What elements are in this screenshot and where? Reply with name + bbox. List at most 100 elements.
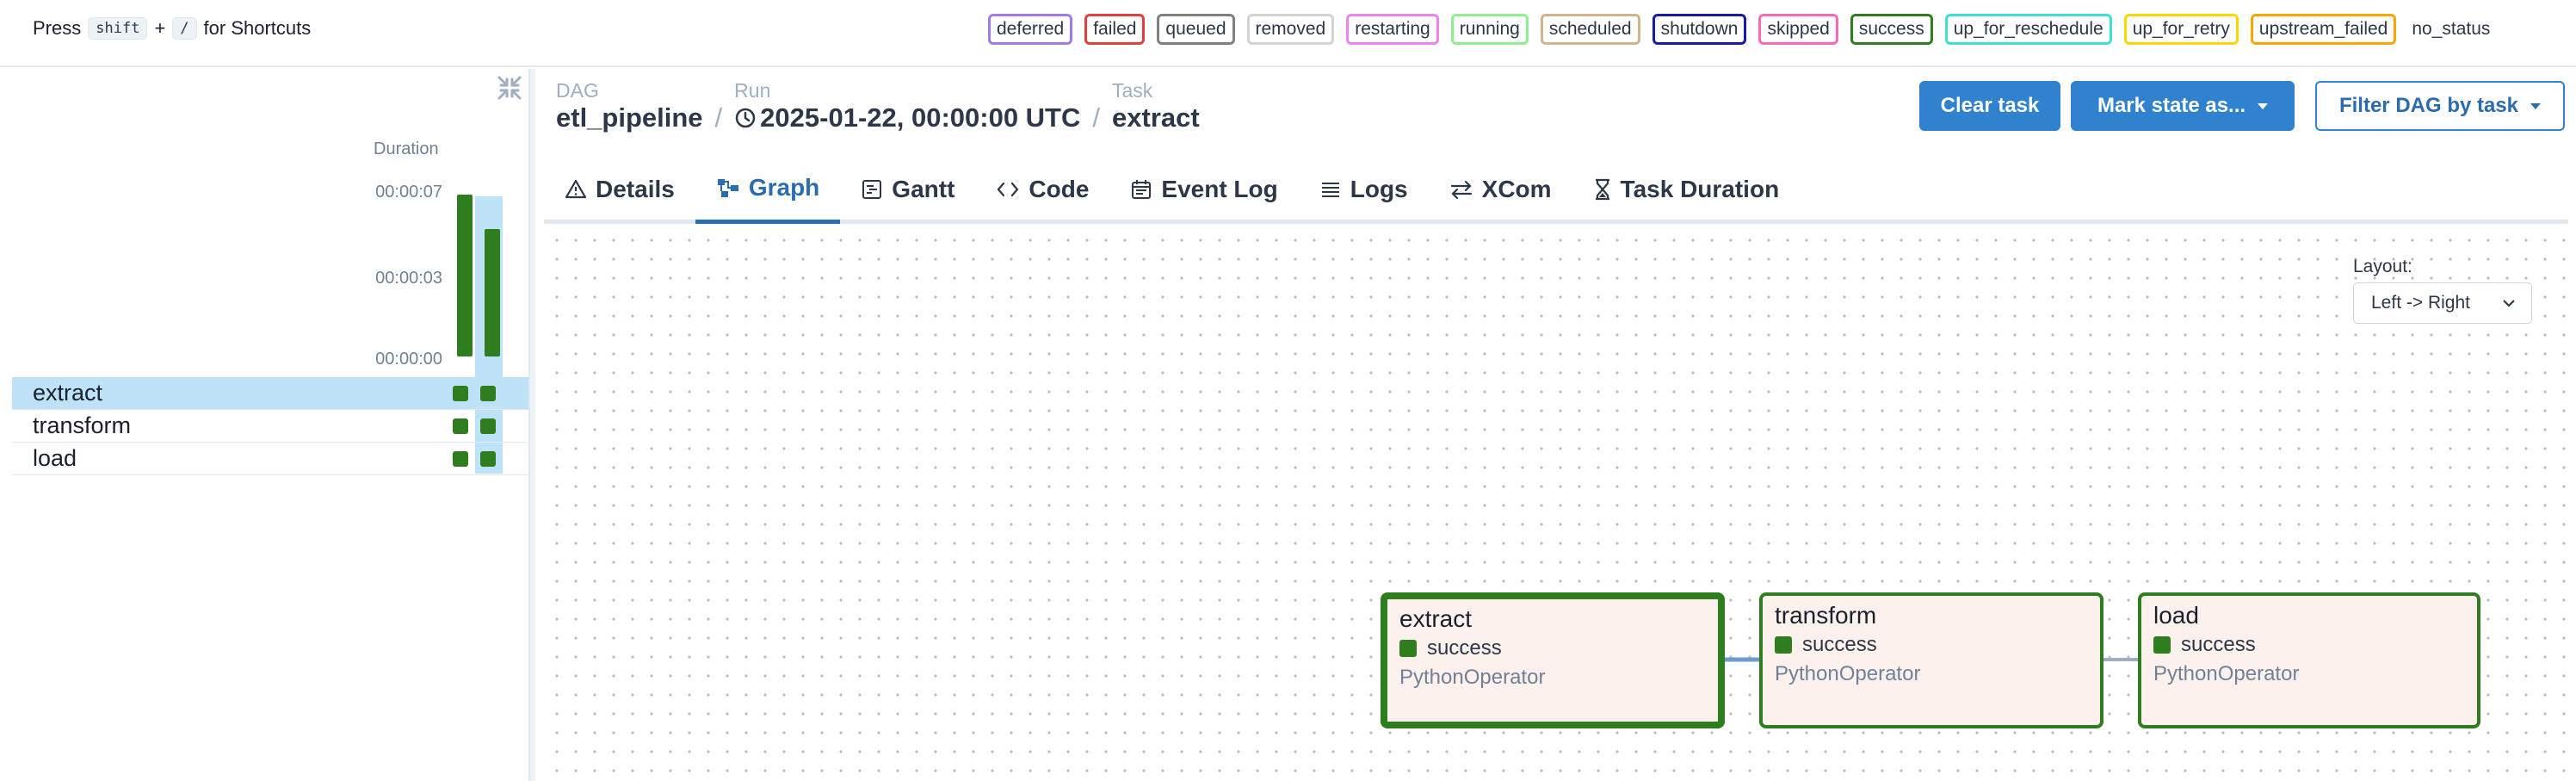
mark-state-button[interactable]: Mark state as...	[2071, 81, 2295, 131]
legend-deferred[interactable]: deferred	[988, 14, 1073, 45]
node-name: transform	[1775, 602, 1877, 629]
clear-task-label: Clear task	[1940, 94, 2040, 117]
layout-label: Layout:	[2353, 257, 2412, 276]
node-state-label: success	[1802, 633, 1877, 656]
tab-graph[interactable]: Graph	[695, 155, 841, 224]
task-instance-square[interactable]	[480, 418, 496, 434]
layout-select-value: Left -> Right	[2371, 293, 2470, 313]
hourglass-icon	[1595, 178, 1609, 201]
node-operator: PythonOperator	[2153, 662, 2300, 685]
legend-failed[interactable]: failed	[1084, 14, 1146, 45]
clear-task-button[interactable]: Clear task	[1919, 81, 2060, 131]
legend-no-status[interactable]: no_status	[2408, 14, 2493, 45]
tab-details-label: Details	[596, 176, 675, 202]
legend-removed[interactable]: removed	[1246, 14, 1335, 45]
tab-task-duration-label: Task Duration	[1620, 176, 1780, 202]
task-instance-square[interactable]	[480, 386, 496, 401]
tab-event-log[interactable]: Event Log	[1109, 155, 1298, 224]
task-row-label: load	[33, 445, 77, 471]
duration-tick-zero: 00:00:00	[375, 350, 442, 369]
shift-key: shift	[88, 17, 148, 40]
tab-graph-label: Graph	[748, 173, 820, 201]
node-state: success	[1399, 635, 1706, 661]
status-legend: deferred failed queued removed restartin…	[988, 14, 2550, 45]
breadcrumb: DAG etl_pipeline / Run 2025-01-22, 00:00…	[556, 79, 1200, 134]
task-row-label: extract	[33, 380, 103, 406]
shortcut-plus: +	[154, 17, 166, 39]
breadcrumb-dag[interactable]: DAG etl_pipeline	[556, 79, 703, 134]
legend-restarting[interactable]: restarting	[1346, 14, 1439, 45]
node-name: load	[2153, 602, 2199, 629]
legend-running[interactable]: running	[1450, 14, 1529, 45]
graph-node-transform[interactable]: transform success PythonOperator	[1759, 592, 2103, 728]
legend-skipped[interactable]: skipped	[1758, 14, 1838, 45]
breadcrumb-task-key: Task	[1112, 79, 1153, 102]
tab-xcom[interactable]: XCom	[1429, 155, 1572, 224]
tab-gantt[interactable]: Gantt	[840, 155, 975, 224]
clock-icon	[735, 108, 756, 128]
mark-state-label: Mark state as...	[2097, 94, 2246, 117]
tab-event-log-label: Event Log	[1161, 176, 1278, 202]
legend-upstream-failed[interactable]: upstream_failed	[2250, 14, 2397, 45]
swap-arrows-icon	[1450, 180, 1472, 200]
duration-title: Duration	[374, 139, 439, 158]
legend-success[interactable]: success	[1850, 14, 1933, 45]
warning-triangle-icon	[565, 179, 587, 199]
breadcrumb-dag-key: DAG	[556, 79, 599, 102]
legend-queued[interactable]: queued	[1157, 14, 1235, 45]
shortcut-prefix: Press	[33, 17, 82, 39]
run-duration-bar[interactable]	[485, 229, 500, 356]
breadcrumb-run[interactable]: Run 2025-01-22, 00:00:00 UTC	[734, 79, 1080, 134]
layout-select[interactable]: Left -> Right	[2353, 282, 2532, 324]
state-square-icon	[2153, 636, 2171, 654]
shortcut-suffix: for Shortcuts	[203, 17, 312, 39]
duration-tick-mid: 00:00:03	[375, 269, 442, 288]
list-icon	[1321, 183, 1339, 197]
task-instance-square[interactable]	[453, 418, 468, 434]
calendar-icon	[1132, 180, 1152, 199]
node-name: extract	[1399, 605, 1473, 632]
breadcrumb-dag-value: etl_pipeline	[556, 102, 703, 133]
tab-gantt-label: Gantt	[892, 176, 955, 202]
breadcrumb-task[interactable]: Task extract	[1112, 79, 1200, 134]
filter-dag-button[interactable]: Filter DAG by task	[2315, 81, 2565, 131]
state-square-icon	[1399, 640, 1417, 657]
task-instance-square[interactable]	[480, 451, 496, 467]
node-state-label: success	[2181, 633, 2256, 656]
tab-details[interactable]: Details	[544, 155, 695, 224]
collapse-icon[interactable]	[496, 74, 523, 102]
node-operator: PythonOperator	[1775, 662, 1921, 685]
state-square-icon	[1775, 636, 1792, 654]
chevron-down-icon	[2530, 102, 2542, 109]
chevron-down-icon	[2258, 102, 2269, 109]
slash-key: /	[172, 17, 197, 40]
filter-dag-label: Filter DAG by task	[2338, 94, 2519, 117]
legend-scheduled[interactable]: scheduled	[1540, 14, 1640, 45]
breadcrumb-run-value: 2025-01-22, 00:00:00 UTC	[760, 102, 1081, 133]
tab-bar: Details Graph Gantt Code Event Log Logs …	[544, 155, 2568, 224]
graph-node-load[interactable]: load success PythonOperator	[2138, 592, 2480, 728]
tab-task-duration[interactable]: Task Duration	[1572, 155, 1801, 224]
gantt-icon	[862, 180, 882, 199]
breadcrumb-task-value: extract	[1112, 102, 1200, 133]
tab-xcom-label: XCom	[1481, 176, 1552, 202]
top-bar: Press shift + / for Shortcuts deferred f…	[0, 0, 2576, 67]
tab-logs[interactable]: Logs	[1299, 155, 1429, 224]
tab-code[interactable]: Code	[975, 155, 1109, 224]
legend-up-for-retry[interactable]: up_for_retry	[2123, 14, 2239, 45]
legend-shutdown[interactable]: shutdown	[1652, 14, 1747, 45]
node-state: success	[2153, 632, 2465, 658]
graph-node-extract[interactable]: extract success PythonOperator	[1381, 592, 1725, 728]
run-duration-bar[interactable]	[457, 195, 473, 356]
tab-code-label: Code	[1029, 176, 1090, 202]
tab-logs-label: Logs	[1350, 176, 1408, 202]
breadcrumb-separator: /	[714, 102, 723, 133]
breadcrumb-separator: /	[1092, 102, 1101, 133]
breadcrumb-run-value-wrap: 2025-01-22, 00:00:00 UTC	[734, 102, 1080, 134]
node-operator: PythonOperator	[1399, 666, 1546, 689]
legend-up-for-reschedule[interactable]: up_for_reschedule	[1944, 14, 2112, 45]
panel-resize-handle[interactable]	[528, 69, 535, 781]
graph-icon	[717, 178, 738, 197]
task-instance-square[interactable]	[453, 451, 468, 467]
task-instance-square[interactable]	[453, 386, 468, 401]
